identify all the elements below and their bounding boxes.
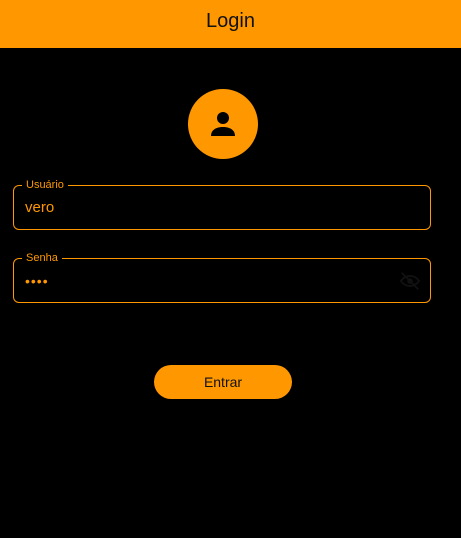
person-icon bbox=[211, 112, 235, 136]
password-input[interactable] bbox=[25, 259, 385, 302]
login-button[interactable]: Entrar bbox=[154, 365, 292, 399]
app-bar: Login bbox=[0, 0, 461, 48]
username-field[interactable]: Usuário bbox=[13, 178, 431, 230]
page-title: Login bbox=[206, 10, 255, 32]
avatar bbox=[188, 89, 258, 159]
username-input[interactable] bbox=[25, 186, 385, 229]
visibility-off-icon[interactable] bbox=[398, 269, 422, 293]
password-field[interactable]: Senha bbox=[13, 251, 431, 303]
